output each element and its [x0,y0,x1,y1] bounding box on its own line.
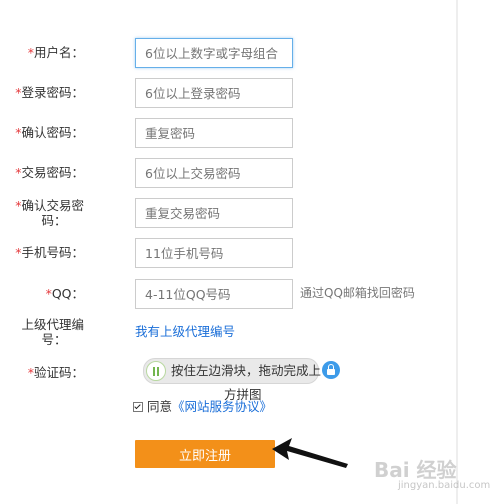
watermark-logo: Bai 经验 [374,458,457,482]
arrow-annotation [272,438,348,468]
watermark-url: jingyan.baidu.com [398,480,491,491]
arrow-shape [272,438,348,468]
